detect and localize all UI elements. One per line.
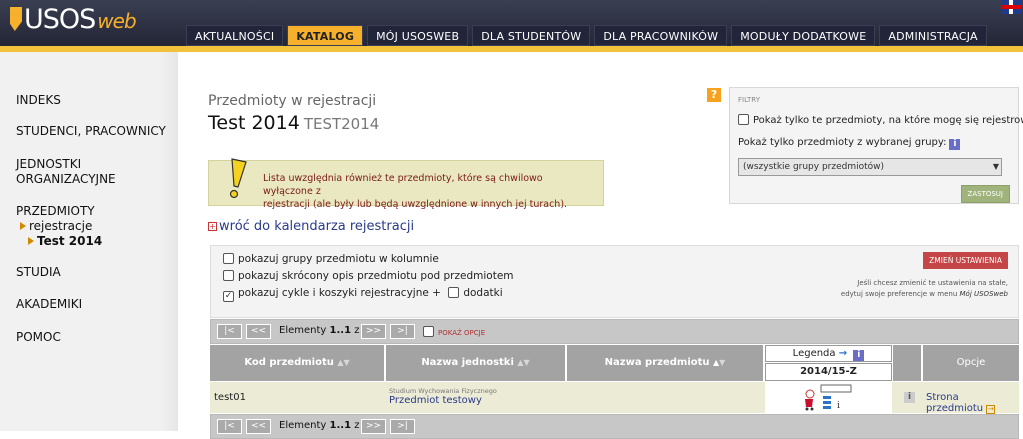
checkbox-extras[interactable] [448,287,460,298]
checkbox[interactable] [223,270,234,281]
svg-text:i: i [837,401,840,411]
tab-moduly-dodatkowe[interactable]: MODUŁY DODATKOWE [731,25,876,46]
legend-cell: i [765,382,892,413]
info-cell: i [893,382,922,413]
sidebar-subitem-rejestracje[interactable]: rejestracje [20,219,102,234]
checkbox-checked[interactable] [223,291,234,302]
sidebar-item-indeks[interactable]: INDEKS [16,93,61,108]
next-page-button[interactable]: >> [361,419,386,434]
show-options-toggle[interactable]: POKAŻ OPCJE [423,326,485,337]
change-settings-button[interactable]: ZMIEŃ USTAWIENIA [923,252,1008,269]
col-info [893,345,922,381]
table-row: test01 Studium Wychowania Fizycznego Prz… [210,382,1019,414]
col-opcje: Opcje [923,345,1019,381]
top-header: USOS web AKTUALNOŚCI KATALOG MÓJ USOSWEB … [0,0,1023,52]
settings-hint: Jeśli chcesz zmienić te ustawienia na st… [840,279,1009,298]
help-icon[interactable]: ? [707,88,721,102]
checkbox[interactable] [223,253,234,264]
sort-icon[interactable]: ▲▼ [517,358,529,367]
external-arrow-icon: → [986,405,996,414]
main-nav-tabs: AKTUALNOŚCI KATALOG MÓJ USOSWEB DLA STUD… [186,25,987,46]
sidebar-item-akademiki[interactable]: AKADEMIKI [16,297,82,312]
english-flag-icon[interactable] [1001,0,1021,14]
table-header: Kod przedmiotu ▲▼ Nazwa jednostki ▲▼ Naz… [210,345,1019,381]
course-page-link[interactable]: Strona przedmiotu → [926,392,1019,414]
sidebar-item-przedmioty[interactable]: PRZEDMIOTY rejestracje Test 2014 [16,204,102,249]
page-subtitle: Przedmioty w rejestracji [208,93,377,109]
page-title: Test 2014 TEST2014 [208,112,380,134]
pager-info: Elementy 1..1 z 1 [279,420,369,431]
unit-name: Studium Wychowania Fizycznego [389,387,497,395]
checkbox[interactable] [423,326,434,337]
sidebar-subitem-test2014[interactable]: Test 2014 [28,234,102,249]
plus-icon: + [208,222,217,231]
col-przedmiot[interactable]: Nazwa przedmiotu ▲▼ [567,345,764,381]
filter-group-label: Pokaż tylko przedmioty z wybranej grupy:… [738,137,961,150]
next-page-button[interactable]: >> [361,324,386,339]
filters-header: FILTRY [738,96,760,104]
display-settings: pokazuj grupy przedmiotu w kolumnie poka… [210,245,1019,318]
checkbox[interactable] [738,114,749,125]
prev-page-button[interactable]: << [246,419,271,434]
last-page-button[interactable]: >| [390,324,415,339]
tab-administracja[interactable]: ADMINISTRACJA [879,25,987,46]
course-name-cell: Studium Wychowania Fizycznego Przedmiot … [389,387,564,406]
period-label: 2014/15-Z [765,363,892,381]
back-to-calendar-link[interactable]: + wróć do kalendarza rejestracji [208,219,414,234]
apply-button[interactable]: ZASTOSUJ [960,185,1010,203]
sidebar-item-label: ORGANIZACYJNE [16,172,116,186]
sidebar-item-studia[interactable]: STUDIA [16,265,61,280]
sidebar-item-pomoc[interactable]: POMOC [16,330,61,345]
sort-icon[interactable]: ▼ [719,358,725,367]
tab-dla-pracownikow[interactable]: DLA PRACOWNIKÓW [594,25,728,46]
arrow-icon [28,237,34,245]
info-icon[interactable]: i [949,139,961,150]
prev-page-button[interactable]: << [246,324,271,339]
arrow-right-icon: → [838,348,848,359]
tab-katalog[interactable]: KATALOG [287,25,364,46]
sidebar-item-studenci[interactable]: STUDENCI, PRACOWNICY [16,124,166,139]
setting-groups-column[interactable]: pokazuj grupy przedmiotu w kolumnie [223,253,439,265]
filters-panel: FILTRY Pokaż tylko te przedmioty, na któ… [729,87,1023,204]
arrow-icon [20,222,26,230]
logo-mark-icon [10,7,22,31]
legend-label: Legenda → i [765,345,892,362]
pager-top: |< << Elementy 1..1 z 1 >> >| POKAŻ OPCJ… [210,319,1019,344]
exclamation-icon [229,158,247,199]
usosweb-logo[interactable]: USOS web [10,4,137,35]
pager-info: Elementy 1..1 z 1 [279,325,369,336]
pager-bottom: |< << Elementy 1..1 z 1 >> >| [210,414,1019,439]
info-icon[interactable]: i [904,392,915,403]
course-code-cell: test01 [214,392,246,403]
info-icon[interactable]: i [853,350,865,361]
setting-cycles[interactable]: pokazuj cykle i koszyki rejestracyjne + … [223,287,503,302]
sidebar-item-label: JEDNOSTKI [16,157,82,171]
tab-aktualnosci[interactable]: AKTUALNOŚCI [186,25,284,46]
course-code: TEST2014 [303,115,380,133]
sort-icon[interactable]: ▲▼ [337,358,349,367]
tab-moj-usosweb[interactable]: MÓJ USOSWEB [367,25,469,46]
last-page-button[interactable]: >| [390,419,415,434]
notice-text: Lista uwzględnia również te przedmioty, … [263,173,568,210]
warning-notice: Lista uwzględnia również te przedmioty, … [208,158,604,210]
course-link[interactable]: Przedmiot testowy [389,395,564,406]
group-select[interactable]: (wszystkie grupy przedmiotów) ▼ [738,158,1002,176]
setting-short-desc[interactable]: pokazuj skrócony opis przedmiotu pod prz… [223,270,514,282]
sidebar-item-label: PRZEDMIOTY [16,204,95,218]
registration-status-icons: i [805,384,852,411]
my-usosweb-link[interactable]: Mój USOSweb [960,290,1009,298]
tab-dla-studentow[interactable]: DLA STUDENTÓW [472,25,591,46]
sidebar-item-jednostki[interactable]: JEDNOSTKI ORGANIZACYJNE [16,157,116,187]
filter-registrable-only[interactable]: Pokaż tylko te przedmioty, na które mogę… [738,114,1023,128]
first-page-button[interactable]: |< [217,419,242,434]
legend-header: Legenda → i 2014/15-Z [765,345,892,381]
dropdown-arrow-icon: ▼ [992,162,999,171]
col-jednostka[interactable]: Nazwa jednostki ▲▼ [386,345,566,381]
col-kod[interactable]: Kod przedmiotu ▲▼ [210,345,385,381]
first-page-button[interactable]: |< [217,324,242,339]
